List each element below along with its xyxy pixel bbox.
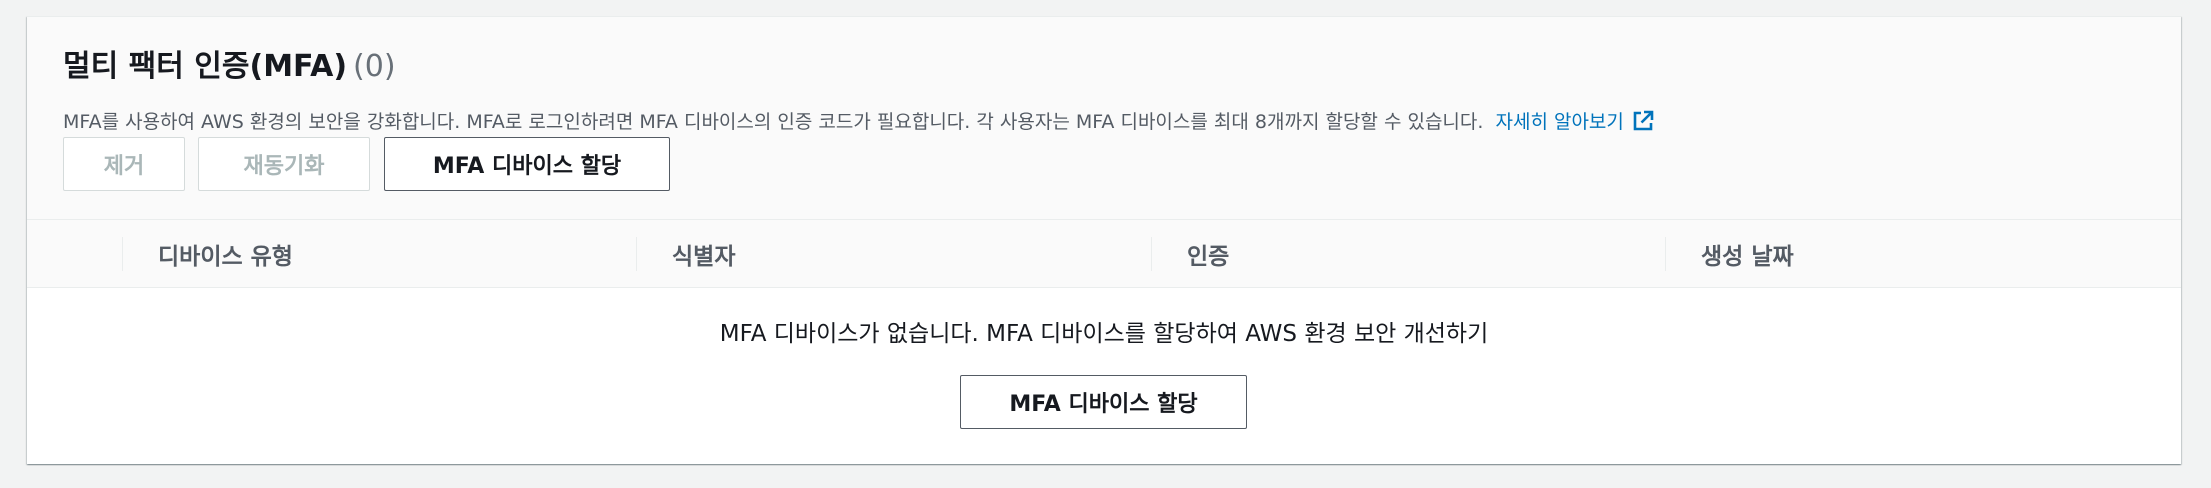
- learn-more-link[interactable]: 자세히 알아보기: [1495, 110, 1654, 133]
- table-header: 디바이스 유형 식별자 인증 생성 날짜: [27, 220, 2181, 288]
- column-header-label: 인증: [1187, 244, 1230, 270]
- mfa-panel: 멀티 팩터 인증(MFA) (0) MFA를 사용하여 AWS 환경의 보안을 강…: [27, 16, 2181, 464]
- column-header-label: 디바이스 유형: [158, 244, 293, 270]
- column-divider: [1665, 237, 1666, 271]
- empty-state: MFA 디바이스가 없습니다. MFA 디바이스를 할당하여 AWS 환경 보안…: [27, 288, 2181, 464]
- section-title: 멀티 팩터 인증(MFA) (0): [63, 47, 396, 87]
- section-description: MFA를 사용하여 AWS 환경의 보안을 강화합니다. MFA로 로그인하려면…: [63, 108, 1654, 136]
- column-header-label: 식별자: [672, 244, 736, 270]
- description-text: MFA를 사용하여 AWS 환경의 보안을 강화합니다. MFA로 로그인하려면…: [63, 111, 1484, 133]
- assign-mfa-device-button[interactable]: MFA 디바이스 할당: [384, 137, 670, 191]
- column-header-label: 생성 날짜: [1701, 244, 1794, 270]
- column-header-certification[interactable]: 인증: [1187, 220, 1229, 288]
- section-title-text: 멀티 팩터 인증(MFA): [63, 49, 348, 84]
- assign-mfa-device-button-label: MFA 디바이스 할당: [432, 154, 622, 179]
- empty-state-message: MFA 디바이스가 없습니다. MFA 디바이스를 할당하여 AWS 환경 보안…: [719, 321, 1489, 347]
- learn-more-label: 자세히 알아보기: [1495, 111, 1624, 133]
- external-link-icon: [1633, 110, 1654, 131]
- panel-header: 멀티 팩터 인증(MFA) (0) MFA를 사용하여 AWS 환경의 보안을 강…: [27, 17, 2181, 220]
- resync-button-label: 재동기화: [243, 154, 325, 179]
- resync-button[interactable]: 재동기화: [198, 137, 370, 191]
- column-divider: [636, 237, 637, 271]
- remove-button[interactable]: 제거: [63, 137, 185, 191]
- remove-button-label: 제거: [103, 154, 145, 179]
- empty-state-assign-mfa-device-button[interactable]: MFA 디바이스 할당: [960, 375, 1247, 429]
- section-count: (0): [353, 49, 396, 84]
- column-divider: [1151, 237, 1152, 271]
- column-header-device-type[interactable]: 디바이스 유형: [158, 220, 293, 288]
- column-divider: [122, 237, 123, 271]
- column-header-created-date[interactable]: 생성 날짜: [1701, 220, 1794, 288]
- column-header-identifier[interactable]: 식별자: [672, 220, 735, 288]
- empty-state-assign-button-label: MFA 디바이스 할당: [1009, 392, 1198, 417]
